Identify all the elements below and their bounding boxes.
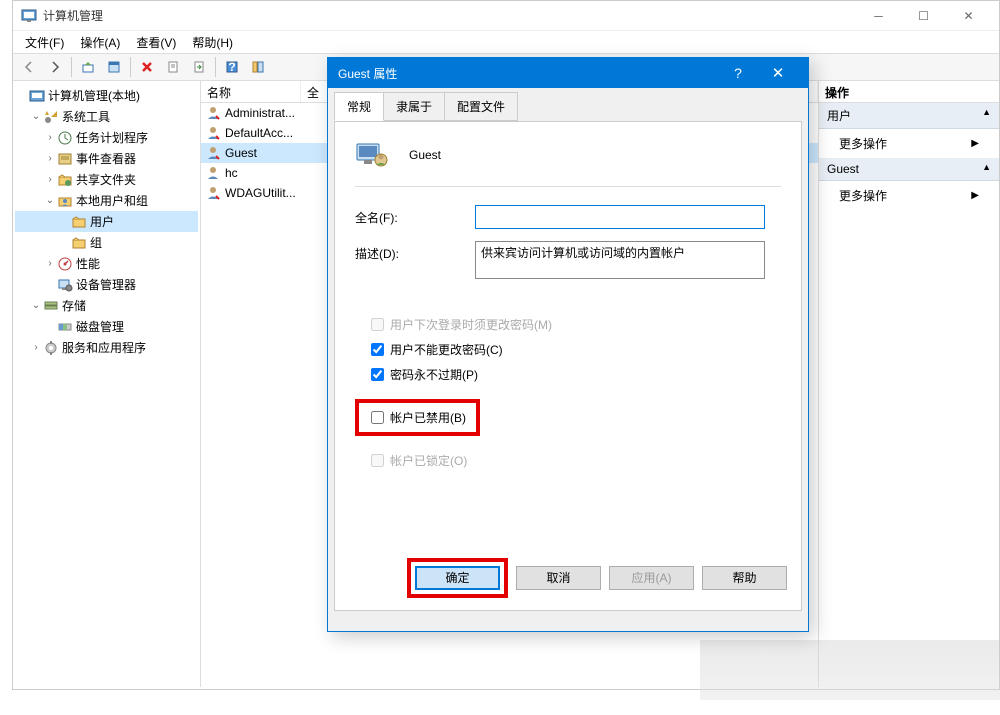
apply-button[interactable]: 应用(A) xyxy=(609,566,694,590)
tab-profile[interactable]: 配置文件 xyxy=(444,92,518,121)
dialog-body: Guest 全名(F): 描述(D): 用户下次登录时须更改密码(M) 用户不能… xyxy=(334,121,802,611)
chevron-right-icon: ▶ xyxy=(971,138,979,149)
tab-member[interactable]: 隶属于 xyxy=(383,92,445,121)
menu-action[interactable]: 操作(A) xyxy=(74,32,126,53)
dialog-buttons: 确定 取消 应用(A) 帮助 xyxy=(407,558,787,598)
username-label: Guest xyxy=(409,148,441,162)
tree-system-tools[interactable]: ⌄系统工具 xyxy=(15,106,198,127)
dialog-title: Guest 属性 xyxy=(338,65,718,82)
tree-shared-folders[interactable]: ›共享文件夹 xyxy=(15,169,198,190)
tree-device-manager[interactable]: 设备管理器 xyxy=(15,274,198,295)
svg-text:?: ? xyxy=(228,60,235,74)
tree-local-users[interactable]: ⌄本地用户和组 xyxy=(15,190,198,211)
help-button[interactable]: ? xyxy=(220,55,244,79)
decorative-shadow xyxy=(700,640,1000,700)
minimize-button[interactable]: ─ xyxy=(856,1,901,30)
export-button[interactable] xyxy=(187,55,211,79)
tree-users[interactable]: 用户 xyxy=(15,211,198,232)
checkbox-cannot-change[interactable] xyxy=(371,343,384,356)
collapse-icon: ▲ xyxy=(982,107,991,124)
dialog-close-button[interactable]: ✕ xyxy=(758,64,798,82)
checkbox-locked xyxy=(371,454,384,467)
nav-tree[interactable]: 计算机管理(本地) ⌄系统工具 ›任务计划程序 ›事件查看器 ›共享文件夹 ⌄本… xyxy=(13,81,201,687)
delete-button[interactable] xyxy=(135,55,159,79)
tree-services[interactable]: ›服务和应用程序 xyxy=(15,337,198,358)
chevron-right-icon: ▶ xyxy=(971,190,979,201)
menu-view[interactable]: 查看(V) xyxy=(130,32,182,53)
check-locked: 帐户已锁定(O) xyxy=(371,452,781,469)
maximize-button[interactable]: ☐ xyxy=(901,1,946,30)
menubar: 文件(F) 操作(A) 查看(V) 帮助(H) xyxy=(13,31,999,53)
fullname-input[interactable] xyxy=(475,205,765,229)
desc-label: 描述(D): xyxy=(355,241,475,262)
collapse-icon: ▲ xyxy=(982,162,991,176)
action-group-users[interactable]: 用户▲ xyxy=(819,103,999,129)
tree-disk-mgmt[interactable]: 磁盘管理 xyxy=(15,316,198,337)
app-icon xyxy=(21,8,37,24)
menu-file[interactable]: 文件(F) xyxy=(19,32,70,53)
tab-general[interactable]: 常规 xyxy=(334,92,384,121)
tree-event-viewer[interactable]: ›事件查看器 xyxy=(15,148,198,169)
help-button[interactable]: 帮助 xyxy=(702,566,787,590)
close-button[interactable]: ✕ xyxy=(946,1,991,30)
desc-input[interactable] xyxy=(475,241,765,279)
ok-highlight: 确定 xyxy=(407,558,508,598)
action-more-1[interactable]: 更多操作▶ xyxy=(819,129,999,158)
actions-header: 操作 xyxy=(819,81,999,103)
checkbox-never-expire[interactable] xyxy=(371,368,384,381)
dialog-tabs: 常规 隶属于 配置文件 xyxy=(328,88,808,121)
up-button[interactable] xyxy=(76,55,100,79)
col-name[interactable]: 名称 xyxy=(201,81,301,102)
check-change-next: 用户下次登录时须更改密码(M) xyxy=(371,316,781,333)
cancel-button[interactable]: 取消 xyxy=(516,566,601,590)
dialog-help-button[interactable]: ? xyxy=(718,65,758,81)
tree-groups[interactable]: 组 xyxy=(15,232,198,253)
tree-performance[interactable]: ›性能 xyxy=(15,253,198,274)
properties-dialog: Guest 属性 ? ✕ 常规 隶属于 配置文件 Guest 全名(F): 描述… xyxy=(327,57,809,632)
fullname-label: 全名(F): xyxy=(355,205,475,226)
tree-storage[interactable]: ⌄存储 xyxy=(15,295,198,316)
window-title: 计算机管理 xyxy=(43,7,856,24)
ok-button[interactable]: 确定 xyxy=(415,566,500,590)
checkbox-change-next xyxy=(371,318,384,331)
properties-button[interactable] xyxy=(102,55,126,79)
actions-pane: 操作 用户▲ 更多操作▶ Guest▲ 更多操作▶ xyxy=(819,81,999,687)
check-disabled-highlighted[interactable]: 帐户已禁用(B) xyxy=(355,399,480,436)
dialog-titlebar: Guest 属性 ? ✕ xyxy=(328,58,808,88)
action-group-guest[interactable]: Guest▲ xyxy=(819,158,999,181)
check-never-expire[interactable]: 密码永不过期(P) xyxy=(371,366,781,383)
layout-button[interactable] xyxy=(246,55,270,79)
forward-button[interactable] xyxy=(43,55,67,79)
menu-help[interactable]: 帮助(H) xyxy=(186,32,239,53)
check-cannot-change[interactable]: 用户不能更改密码(C) xyxy=(371,341,781,358)
checkbox-disabled[interactable] xyxy=(371,411,384,424)
action-more-2[interactable]: 更多操作▶ xyxy=(819,181,999,210)
tree-root[interactable]: 计算机管理(本地) xyxy=(15,85,198,106)
back-button[interactable] xyxy=(17,55,41,79)
tree-task-scheduler[interactable]: ›任务计划程序 xyxy=(15,127,198,148)
titlebar: 计算机管理 ─ ☐ ✕ xyxy=(13,1,999,31)
refresh-button[interactable] xyxy=(161,55,185,79)
user-icon xyxy=(355,138,389,172)
